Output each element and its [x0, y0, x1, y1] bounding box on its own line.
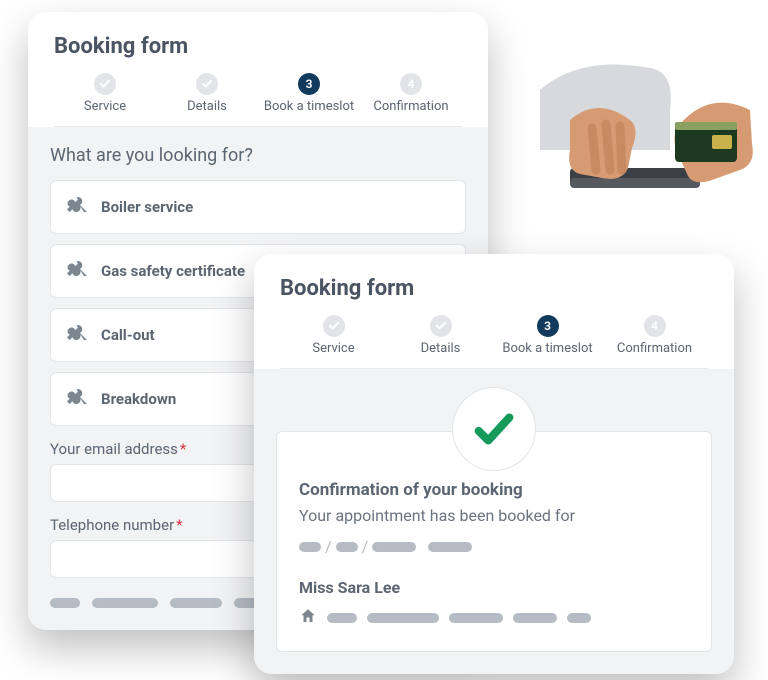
confirm-subtext: Your appointment has been booked for //	[299, 506, 689, 556]
step-circle-done	[196, 73, 218, 95]
stepper: Service Details 3 Book a timeslot 4 Conf…	[54, 73, 462, 127]
step-circle-done	[323, 315, 345, 337]
step-confirmation[interactable]: 4 Confirmation	[360, 73, 462, 114]
card-title: Booking form	[54, 34, 462, 59]
step-service[interactable]: Service	[54, 73, 156, 114]
step-service[interactable]: Service	[280, 315, 387, 356]
step-book-timeslot[interactable]: 3 Book a timeslot	[258, 73, 360, 114]
step-confirmation[interactable]: 4 Confirmation	[601, 315, 708, 356]
success-check-icon	[452, 387, 536, 471]
address-row	[299, 607, 689, 629]
step-circle-future: 4	[644, 315, 666, 337]
tools-icon	[65, 321, 89, 349]
step-book-timeslot[interactable]: 3 Book a timeslot	[494, 315, 601, 356]
step-details[interactable]: Details	[156, 73, 258, 114]
home-icon	[299, 607, 317, 629]
step-details[interactable]: Details	[387, 315, 494, 356]
tools-icon	[65, 193, 89, 221]
choice-boiler-service[interactable]: Boiler service	[50, 180, 466, 234]
confirm-title: Confirmation of your booking	[299, 480, 689, 500]
prompt-text: What are you looking for?	[50, 145, 466, 166]
step-circle-done	[94, 73, 116, 95]
step-circle-future: 4	[400, 73, 422, 95]
booking-form-card-confirmation: Booking form Service Details 3 Book a ti…	[254, 254, 734, 674]
choice-label: Call-out	[101, 326, 155, 344]
step-circle-active: 3	[537, 315, 559, 337]
step-circle-active: 3	[298, 73, 320, 95]
choice-label: Boiler service	[101, 198, 193, 216]
stepper: Service Details 3 Book a timeslot 4 Conf…	[280, 315, 708, 369]
choice-label: Breakdown	[101, 390, 176, 408]
card-title: Booking form	[280, 276, 708, 301]
tools-icon	[65, 257, 89, 285]
customer-name: Miss Sara Lee	[299, 578, 689, 597]
step-circle-done	[430, 315, 452, 337]
illustration-hands-typing	[540, 50, 760, 230]
choice-label: Gas safety certificate	[101, 262, 245, 280]
tools-icon	[65, 385, 89, 413]
date-placeholder: //	[299, 537, 416, 556]
